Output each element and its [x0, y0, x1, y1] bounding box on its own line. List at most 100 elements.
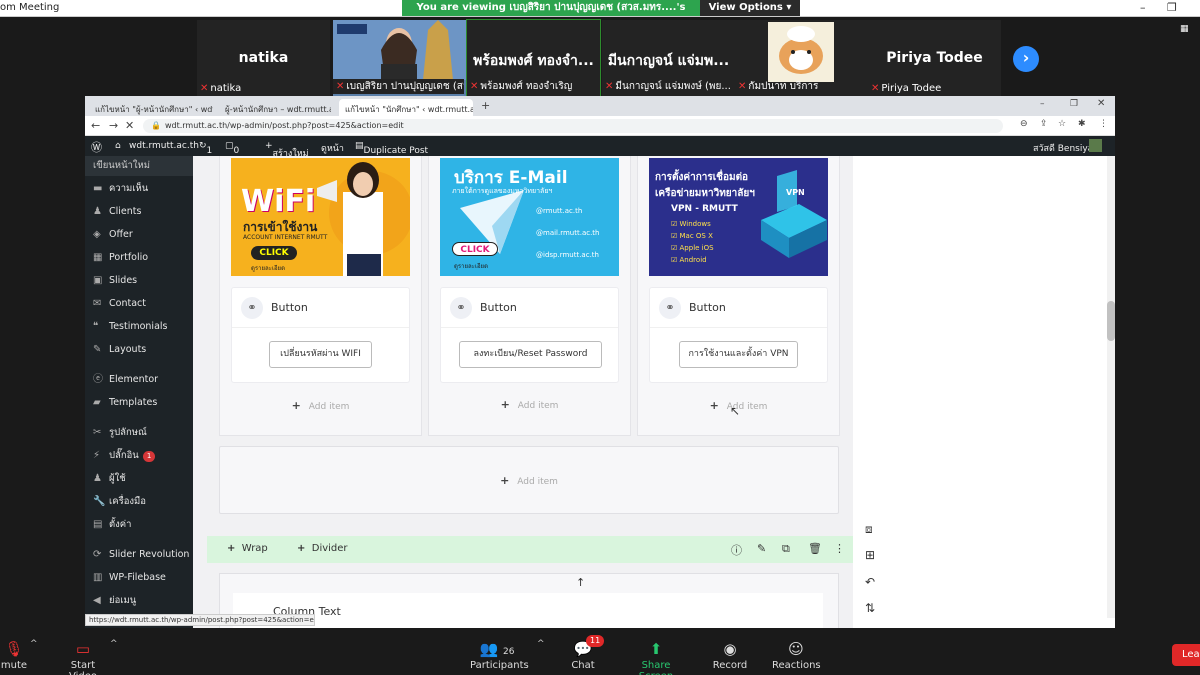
- participant-tile[interactable]: มีนกาญจน์ แจ่มพ... ✕ มีนกาญจน์ แจ่มพงษ์ (…: [602, 20, 735, 96]
- wp-admin-sidebar: เขียนหน้าใหม่ ▬ ความเห็น ♟ Clients ◈ Offer ▦ Por…: [85, 156, 193, 628]
- wifi-password-button[interactable]: เปลี่ยนรหัสผ่าน WIFI: [269, 341, 372, 368]
- reload-icon[interactable]: ✕: [125, 119, 134, 132]
- chevron-up-icon[interactable]: ^: [110, 639, 118, 649]
- extensions-icon[interactable]: ✱: [1078, 119, 1086, 129]
- close-icon[interactable]: ✕: [1097, 98, 1105, 109]
- start-video-button[interactable]: ▭Start Video: [56, 633, 110, 675]
- browser-tab[interactable]: แก้ไขหน้า "ผู้-หน้านักศึกษา" ‹ wdt.r...: [89, 99, 213, 116]
- forward-icon[interactable]: →: [109, 119, 118, 132]
- more-dots-icon[interactable]: ⋮: [834, 542, 845, 555]
- site-name-link[interactable]: wdt.rmutt.ac.th: [129, 141, 199, 151]
- sidebar-item-offer[interactable]: ◈ Offer: [85, 225, 193, 245]
- minimize-icon[interactable]: –: [1140, 1, 1146, 14]
- wordpress-logo-icon[interactable]: Ⓦ: [91, 139, 102, 155]
- divider-button[interactable]: + Divider: [297, 543, 348, 554]
- info-icon[interactable]: ⓘ: [731, 542, 742, 558]
- add-item-button[interactable]: + Add item: [220, 399, 421, 412]
- reset-password-button[interactable]: ลงทะเบียน/Reset Password: [459, 341, 602, 368]
- scrollbar[interactable]: [1107, 156, 1115, 618]
- sidebar-item-slider-revolution[interactable]: ⟳ Slider Revolution: [85, 545, 193, 565]
- wrap-button[interactable]: + Wrap: [227, 543, 268, 554]
- updates-icon[interactable]: ↻ 1: [199, 141, 212, 156]
- sidebar-item-clients[interactable]: ♟ Clients: [85, 202, 193, 222]
- button-widget[interactable]: ⚭ Button ลงทะเบียน/Reset Password: [440, 287, 619, 383]
- sidebar-item-contact[interactable]: ✉ Contact: [85, 294, 193, 314]
- participant-tile[interactable]: พร้อมพงศ์ ทองจำ... ✕ พร้อมพงศ์ ทองจำเริญ: [466, 19, 601, 97]
- participants-button[interactable]: 👥 26 Participants: [470, 633, 529, 671]
- duplicate-icon[interactable]: ⧉: [782, 542, 790, 556]
- folder-icon: ▰: [93, 397, 101, 408]
- duplicate-post-link[interactable]: ▤ Duplicate Post: [355, 141, 428, 156]
- column-text-widget[interactable]: Column Text: [233, 593, 823, 628]
- sidebar-item-label: เขียนหน้าใหม่: [93, 160, 151, 171]
- email-banner[interactable]: บริการ E-Mail ภายใต้การดูแลของมหาวิทยาลั…: [440, 158, 619, 276]
- sidebar-item-ความเห็น[interactable]: ▬ ความเห็น: [85, 179, 193, 199]
- sidebar-item-templates[interactable]: ▰ Templates: [85, 393, 193, 413]
- view-page-link[interactable]: ดูหน้า: [321, 141, 344, 155]
- sidebar-item-ผู้ใช้[interactable]: ♟ ผู้ใช้: [85, 469, 193, 489]
- next-page-arrow-icon[interactable]: ›: [1013, 46, 1039, 72]
- vpn-banner[interactable]: การตั้งค่าการเชื่อมต่อ เครือข่ายมหาวิทยา…: [649, 158, 828, 276]
- sidebar-item-ปลั๊กอิน[interactable]: ⚡ ปลั๊กอิน 1: [85, 446, 193, 466]
- sidebar-item-wp-filebase[interactable]: ▥ WP-Filebase: [85, 568, 193, 588]
- participant-tile[interactable]: Piriya Todee ✕ Piriya Todee: [868, 20, 1001, 96]
- maximize-icon[interactable]: ❐: [1070, 99, 1078, 109]
- arrow-up-icon[interactable]: ↑: [576, 576, 585, 589]
- add-item-button[interactable]: + Add item: [429, 398, 630, 411]
- sidebar-item-ย่อเมนู[interactable]: ◀ ย่อเมนู: [85, 591, 193, 611]
- share-icon[interactable]: ⇪: [1040, 119, 1048, 129]
- back-icon[interactable]: ←: [91, 119, 100, 132]
- reactions-button[interactable]: ☺ Reactions: [772, 633, 821, 671]
- leave-button[interactable]: Lea: [1172, 644, 1200, 666]
- trash-icon[interactable]: 🗑: [808, 542, 822, 555]
- greeting[interactable]: สวัสดี Bensiya: [1033, 141, 1093, 155]
- sidebar-item-testimonials[interactable]: ❝ Testimonials: [85, 317, 193, 337]
- vpn-settings-button[interactable]: การใช้งานและตั้งค่า VPN: [679, 341, 798, 368]
- new-content-link[interactable]: + สร้างใหม่: [265, 141, 309, 159]
- sort-icon[interactable]: ⇅: [865, 601, 875, 615]
- share-screen-button[interactable]: ⬆Share Screen: [624, 633, 688, 675]
- sidebar-item-รูปลักษณ์[interactable]: ✂ รูปลักษณ์: [85, 423, 193, 443]
- comment-icon: ▬: [93, 183, 103, 194]
- url-field[interactable]: 🔒 wdt.rmutt.ac.th/wp-admin/post.php?post=…: [143, 119, 1003, 133]
- slides-icon: ▣: [93, 275, 103, 286]
- responsive-icon[interactable]: ⧈: [865, 522, 873, 537]
- record-icon: ◉: [723, 640, 737, 658]
- participant-tile-video[interactable]: ✕เบญสิริยา ปานปุญญเดช (สวส...: [333, 20, 466, 96]
- sidebar-item-layouts[interactable]: ✎ Layouts: [85, 340, 193, 360]
- record-button[interactable]: ◉ Record: [710, 633, 750, 671]
- sidebar-item-label: Slides: [109, 275, 138, 286]
- avatar[interactable]: [1089, 139, 1102, 152]
- scrollbar-thumb[interactable]: [1107, 301, 1115, 341]
- gallery-view-icon[interactable]: ▦: [1180, 24, 1189, 34]
- sidebar-item-ตั้งค่า[interactable]: ▤ ตั้งค่า: [85, 515, 193, 535]
- sidebar-item-portfolio[interactable]: ▦ Portfolio: [85, 248, 193, 268]
- edit-pencil-icon[interactable]: ✎: [757, 542, 766, 555]
- wifi-banner[interactable]: WiFi การเข้าใช้งาน ACCOUNT INTERNET RMUT…: [231, 158, 410, 276]
- sidebar-item-elementor[interactable]: ⓔ Elementor: [85, 370, 193, 390]
- menu-dots-icon[interactable]: ⋮: [1099, 119, 1108, 129]
- home-icon[interactable]: ⌂: [115, 141, 121, 151]
- participant-tile[interactable]: natika ✕ natika: [197, 20, 330, 96]
- chevron-up-icon[interactable]: ^: [30, 639, 38, 649]
- participant-tile-avatar[interactable]: ✕ กัมปนาท บริการ: [735, 20, 868, 96]
- navigator-icon[interactable]: ⊞: [865, 548, 875, 562]
- star-icon[interactable]: ☆: [1058, 119, 1066, 129]
- chevron-up-icon[interactable]: ^: [537, 639, 545, 649]
- sidebar-item-เขียนหน้าใหม่[interactable]: เขียนหน้าใหม่: [85, 156, 193, 176]
- view-options-button[interactable]: View Options ▾: [700, 0, 800, 16]
- button-widget[interactable]: ⚭ Button การใช้งานและตั้งค่า VPN: [649, 287, 828, 383]
- sidebar-item-slides[interactable]: ▣ Slides: [85, 271, 193, 291]
- empty-row-add-item[interactable]: + Add item: [219, 446, 839, 514]
- button-widget[interactable]: ⚭ Button เปลี่ยนรหัสผ่าน WIFI: [231, 287, 410, 383]
- unmute-button[interactable]: 🎙 mute: [0, 633, 28, 671]
- minimize-icon[interactable]: –: [1040, 99, 1045, 109]
- restore-icon[interactable]: ❐: [1167, 1, 1177, 14]
- comments-icon[interactable]: ▢ 0: [225, 141, 239, 156]
- undo-icon[interactable]: ↶: [865, 575, 875, 589]
- new-tab-icon[interactable]: +: [481, 99, 490, 112]
- browser-tab[interactable]: ผู้-หน้านักศึกษา – wdt.rmutt.ac.th: [219, 99, 331, 116]
- sidebar-item-เครื่องมือ[interactable]: 🔧 เครื่องมือ: [85, 492, 193, 512]
- zoom-icon[interactable]: ⊖: [1020, 119, 1028, 129]
- browser-tab-active[interactable]: แก้ไขหน้า "นักศึกษา" ‹ wdt.rmutt.ac...: [339, 99, 473, 116]
